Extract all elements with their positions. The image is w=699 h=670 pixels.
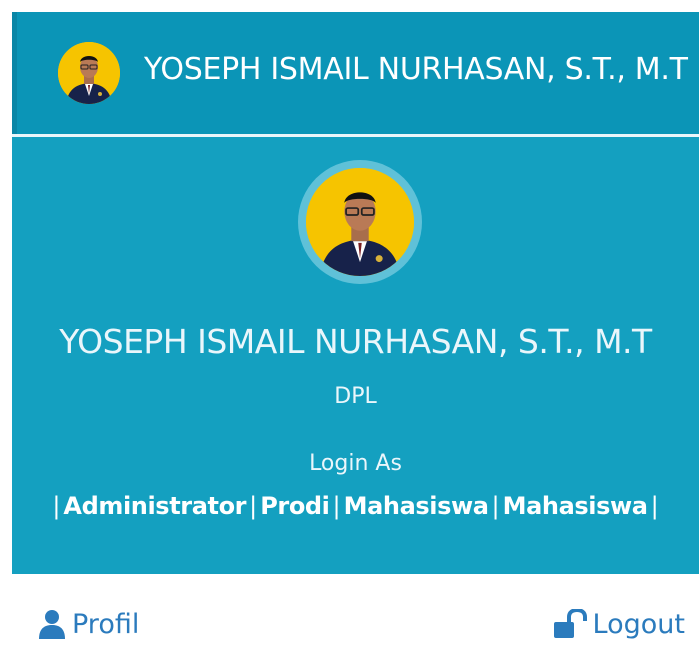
login-as-administrator-link[interactable]: Administrator <box>63 492 246 520</box>
user-dropdown-menu: YOSEPH ISMAIL NURHASAN, S.T., M.T YOSEPH… <box>12 12 699 662</box>
login-as-prodi-link[interactable]: Prodi <box>260 492 330 520</box>
user-photo-icon <box>306 168 414 276</box>
logout-button[interactable]: Logout <box>553 604 685 644</box>
header-user-name: YOSEPH ISMAIL NURHASAN, S.T., M.T <box>144 52 688 87</box>
logout-label: Logout <box>592 608 685 640</box>
user-avatar-large <box>298 160 422 284</box>
separator: | <box>249 492 258 520</box>
user-menu-footer: Profil Logout <box>12 574 699 662</box>
user-menu-toggle[interactable]: YOSEPH ISMAIL NURHASAN, S.T., M.T <box>12 12 699 134</box>
separator: | <box>491 492 500 520</box>
profil-button[interactable]: Profil <box>38 604 139 644</box>
separator: | <box>332 492 341 520</box>
user-icon <box>39 610 65 639</box>
login-as-mahasiswa-link-2[interactable]: Mahasiswa <box>503 492 648 520</box>
separator: | <box>52 492 61 520</box>
separator: | <box>650 492 659 520</box>
unlock-icon <box>553 609 587 638</box>
user-role: DPL <box>334 384 377 409</box>
user-avatar-small <box>58 42 120 104</box>
user-header-panel: YOSEPH ISMAIL NURHASAN, S.T., M.T DPL Lo… <box>12 137 699 574</box>
login-as-label: Login As <box>309 451 402 476</box>
login-as-links: | Administrator | Prodi | Mahasiswa | Mahasiswa… <box>12 492 699 520</box>
profil-label: Profil <box>72 608 140 640</box>
profile-user-name: YOSEPH ISMAIL NURHASAN, S.T., M.T <box>59 322 652 361</box>
active-indicator <box>12 12 17 134</box>
login-as-mahasiswa-link[interactable]: Mahasiswa <box>344 492 489 520</box>
user-photo-icon <box>58 42 120 104</box>
